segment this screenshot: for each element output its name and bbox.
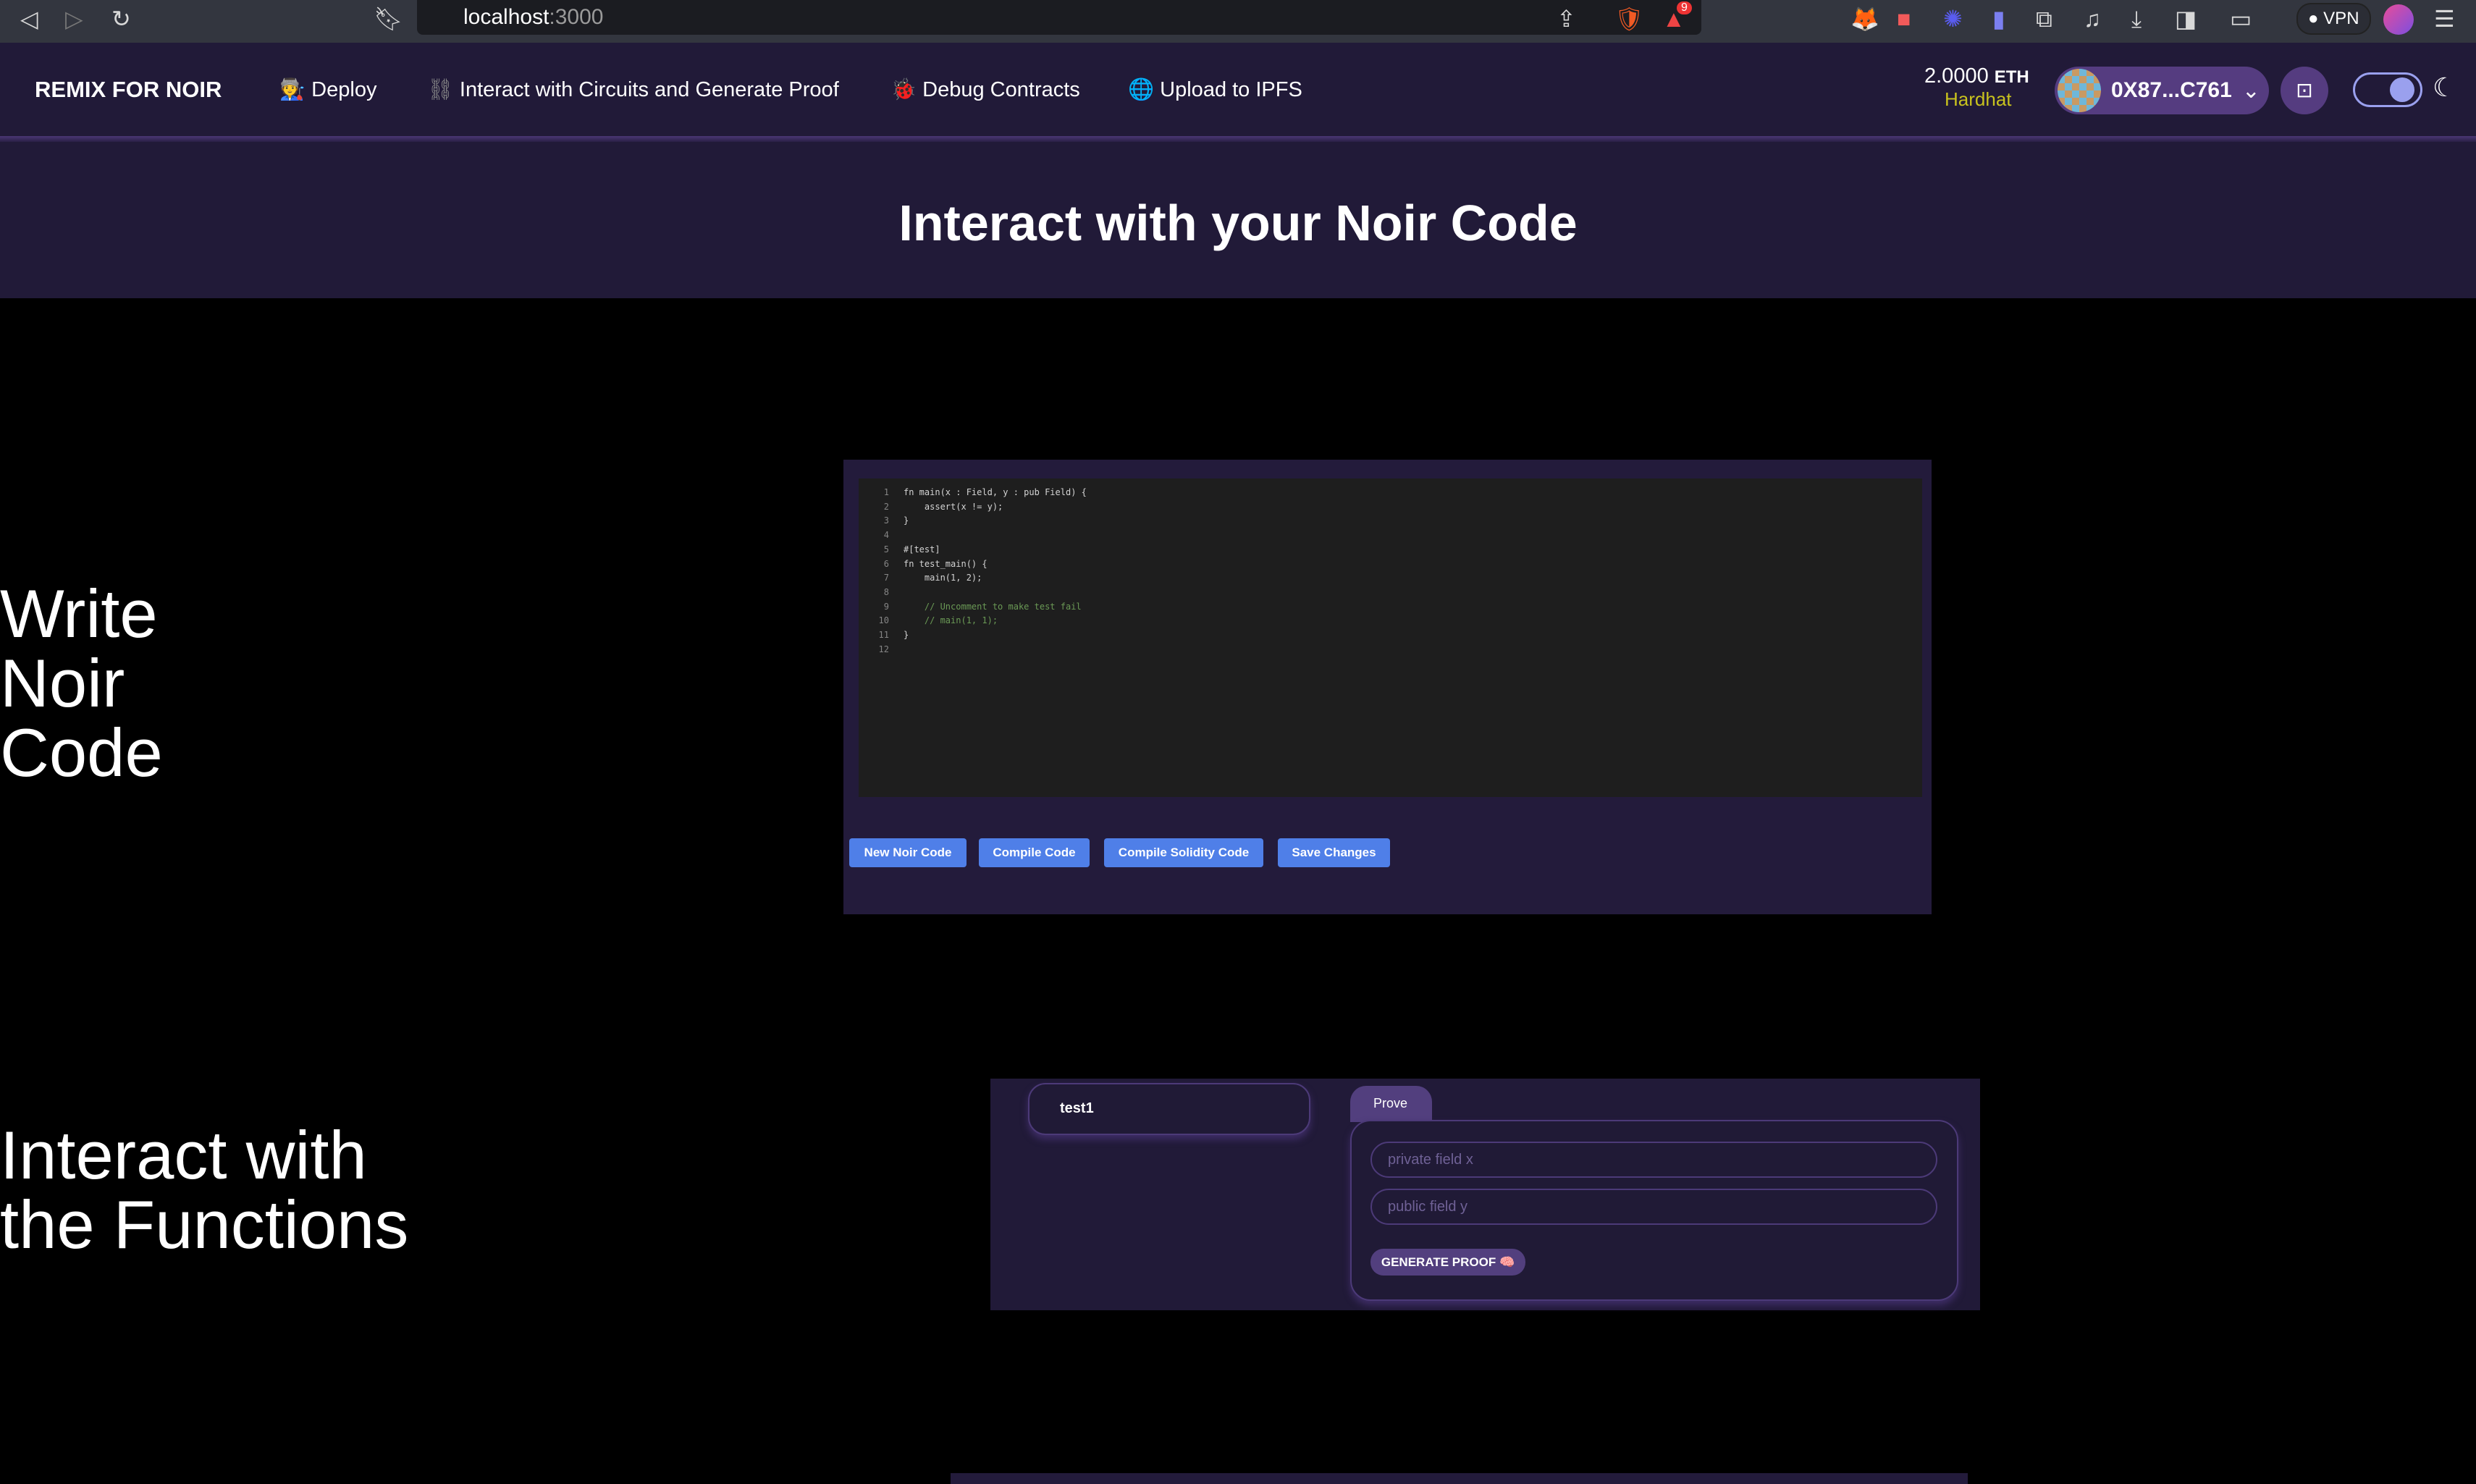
metamask-icon[interactable]: 🦊 bbox=[1850, 4, 1879, 33]
code-editor[interactable]: 1 fn main(x : Field, y : pub Field) { 2 as… bbox=[859, 478, 1922, 797]
tab-prove[interactable]: Prove bbox=[1350, 1086, 1432, 1122]
line-number: 9 bbox=[883, 601, 889, 612]
heading-line: Write bbox=[0, 576, 158, 652]
account-dropdown[interactable]: 0X87...C761 ⌄ bbox=[2055, 67, 2269, 114]
url-port: :3000 bbox=[549, 5, 604, 29]
code-line: } bbox=[904, 515, 909, 526]
bookmark-icon[interactable]: 🔖︎ bbox=[374, 4, 403, 33]
function-item[interactable]: test1 bbox=[1028, 1083, 1310, 1135]
browser-toolbar: ◁ ▷ ↻ 🔖︎ localhost:3000 ⇪ 🛡︎ ▲ 9 🦊 ■ ✺ ▮… bbox=[0, 0, 2476, 43]
private-field-x-input[interactable] bbox=[1370, 1142, 1937, 1178]
public-field-y-input[interactable] bbox=[1370, 1189, 1937, 1225]
compile-solidity-button[interactable]: Compile Solidity Code bbox=[1104, 838, 1263, 867]
nav-ipfs[interactable]: 🌐 Upload to IPFS bbox=[1128, 75, 1302, 104]
balance: 2.0000 ETH bbox=[1924, 64, 2029, 90]
line-number: 5 bbox=[883, 544, 889, 555]
chevron-down-icon: ⌄ bbox=[2241, 78, 2260, 103]
bug-icon: 🐞 bbox=[890, 78, 917, 101]
reload-icon[interactable]: ↻ bbox=[111, 4, 131, 33]
line-number: 1 bbox=[883, 487, 889, 497]
url-text[interactable]: localhost:3000 bbox=[463, 3, 603, 32]
address-bar[interactable] bbox=[417, 0, 1701, 35]
functions-panel: test1 Prove GENERATE PROOF 🧠 bbox=[990, 1079, 1980, 1310]
vpn-label: VPN bbox=[2323, 9, 2359, 28]
download-icon[interactable]: ⤓ bbox=[2131, 4, 2142, 33]
chain-icon: ⛓ bbox=[427, 78, 454, 101]
code-line: main(1, 2); bbox=[904, 573, 982, 583]
balance-currency: ETH bbox=[1994, 67, 2029, 87]
nav-interact[interactable]: ⛓ Interact with Circuits and Generate Pr… bbox=[427, 75, 839, 104]
code-line: assert(x != y); bbox=[904, 501, 1003, 512]
heading-line: Interact with bbox=[0, 1117, 367, 1193]
navbar-divider bbox=[0, 136, 2476, 142]
code-line: // main(1, 1); bbox=[904, 615, 998, 626]
account-avatar bbox=[2058, 69, 2101, 112]
nav-deploy[interactable]: 🧑‍🏭 Deploy bbox=[279, 75, 376, 104]
section-heading-interact: Interact with the Functions bbox=[0, 1121, 408, 1260]
faucet-button[interactable]: ⊡ bbox=[2281, 67, 2328, 114]
line-number: 4 bbox=[883, 530, 889, 541]
heading-line: the Functions bbox=[0, 1186, 409, 1262]
line-number: 11 bbox=[878, 630, 889, 640]
line-number: 10 bbox=[878, 615, 889, 626]
new-noir-code-button[interactable]: New Noir Code bbox=[849, 838, 967, 867]
line-number: 12 bbox=[878, 644, 889, 654]
prove-form: GENERATE PROOF 🧠 bbox=[1350, 1120, 1958, 1301]
extension-bookmark-icon[interactable]: ▮ bbox=[1992, 4, 2005, 33]
rewards-badge: 9 bbox=[1677, 1, 1692, 14]
section-heading-write: Write Noir Code bbox=[0, 579, 163, 788]
banknote-icon: ⊡ bbox=[2296, 79, 2313, 101]
globe-icon: 🌐 bbox=[1128, 78, 1155, 101]
share-icon[interactable]: ⇪ bbox=[1557, 4, 1576, 33]
line-number: 8 bbox=[883, 586, 889, 597]
code-line: #[test] bbox=[904, 544, 940, 555]
code-line: fn main(x : Field, y : pub Field) { bbox=[904, 487, 1087, 497]
deploy-icon: 🧑‍🏭 bbox=[279, 78, 306, 101]
sidebar-icon[interactable]: ◨ bbox=[2175, 4, 2197, 33]
vpn-button[interactable]: ● VPN bbox=[2296, 3, 2371, 35]
brave-shield-icon[interactable]: 🛡︎ bbox=[1614, 4, 1644, 33]
menu-icon[interactable]: ☰ bbox=[2434, 4, 2455, 33]
line-number: 3 bbox=[883, 515, 889, 526]
heading-line: Noir bbox=[0, 645, 125, 721]
nav-ipfs-label: Upload to IPFS bbox=[1160, 78, 1302, 101]
back-icon[interactable]: ◁ bbox=[20, 4, 38, 33]
url-host: localhost bbox=[463, 5, 549, 29]
music-icon[interactable]: ♫ bbox=[2084, 4, 2101, 33]
heading-line: Code bbox=[0, 714, 163, 791]
editor-panel: 1 fn main(x : Field, y : pub Field) { 2 as… bbox=[843, 460, 1932, 914]
account-address: 0X87...C761 bbox=[2111, 78, 2232, 102]
code-line: // Uncomment to make test fail bbox=[904, 601, 1082, 612]
next-section-panel bbox=[951, 1473, 1968, 1484]
wallet-icon[interactable]: ▭ bbox=[2230, 4, 2252, 33]
nav-debug[interactable]: 🐞 Debug Contracts bbox=[890, 75, 1080, 104]
nav-deploy-label: Deploy bbox=[311, 78, 377, 101]
page-title: Interact with your Noir Code bbox=[898, 195, 1578, 251]
code-line: fn test_main() { bbox=[904, 558, 988, 569]
generate-proof-button[interactable]: GENERATE PROOF 🧠 bbox=[1370, 1249, 1525, 1276]
extension-star-icon[interactable]: ✺ bbox=[1943, 4, 1963, 33]
nav-interact-label: Interact with Circuits and Generate Proo… bbox=[459, 78, 839, 101]
theme-toggle[interactable] bbox=[2353, 72, 2422, 107]
toggle-knob bbox=[2390, 77, 2414, 102]
compile-code-button[interactable]: Compile Code bbox=[979, 838, 1090, 867]
line-number: 7 bbox=[883, 573, 889, 583]
moon-icon: ☾ bbox=[2433, 72, 2456, 102]
profile-avatar[interactable] bbox=[2383, 4, 2414, 35]
balance-value: 2.0000 bbox=[1924, 64, 1989, 88]
line-number: 2 bbox=[883, 501, 889, 512]
code-line: } bbox=[904, 630, 909, 640]
brand-logo[interactable]: REMIX FOR NOIR bbox=[35, 75, 222, 104]
line-number: 6 bbox=[883, 558, 889, 569]
nav-debug-label: Debug Contracts bbox=[922, 78, 1080, 101]
extension-p-icon[interactable]: ■ bbox=[1897, 4, 1911, 33]
extensions-icon[interactable]: ⧉ bbox=[2036, 4, 2052, 33]
save-changes-button[interactable]: Save Changes bbox=[1278, 838, 1390, 867]
forward-icon[interactable]: ▷ bbox=[65, 4, 83, 33]
network-name: Hardhat bbox=[1945, 88, 2012, 110]
